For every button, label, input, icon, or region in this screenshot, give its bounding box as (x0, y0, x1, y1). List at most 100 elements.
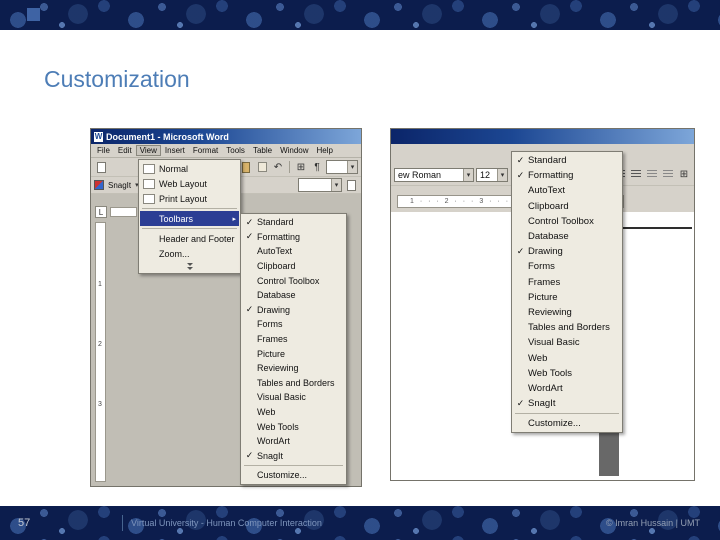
view-menu-item-toolbars[interactable]: Toolbars ▸ (140, 211, 239, 226)
toolbars-submenu-item-frames[interactable]: Frames (513, 275, 621, 290)
font-name-dropdown-arrow[interactable]: ▾ (463, 168, 473, 181)
view-menu-item-print-layout[interactable]: Print Layout (140, 191, 239, 206)
menu-insert[interactable]: Insert (161, 145, 189, 156)
toolbars-submenu-item-web[interactable]: Web (242, 405, 345, 420)
font-name-value: ew Roman (398, 169, 442, 180)
drawing-toolbar-icon[interactable] (344, 179, 358, 192)
submenu-item-label: Control Toolbox (528, 215, 594, 227)
word-app-icon: W (94, 131, 103, 142)
submenu-item-label: Web Tools (257, 421, 299, 432)
toolbars-submenu-item-frames[interactable]: Frames (242, 332, 345, 347)
check-icon: ✓ (245, 450, 254, 461)
outside-border-icon[interactable]: ⊞ (677, 168, 691, 181)
toolbars-submenu-item-picture[interactable]: Picture (513, 290, 621, 305)
toolbars-submenu-item-clipboard[interactable]: Clipboard (513, 199, 621, 214)
horizontal-ruler-fragment (110, 207, 137, 217)
toolbars-icon (143, 214, 155, 224)
toolbars-submenu-item-tables-and-borders[interactable]: Tables and Borders (513, 320, 621, 335)
toolbars-submenu-item-picture[interactable]: Picture (242, 346, 345, 361)
menu-table[interactable]: Table (249, 145, 276, 156)
menu-edit[interactable]: Edit (114, 145, 136, 156)
normal-icon (143, 163, 155, 174)
window-titlebar[interactable]: W Document1 - Microsoft Word (91, 129, 361, 144)
toolbars-submenu-item-tables-and-borders[interactable]: Tables and Borders (242, 376, 345, 391)
bullets-icon[interactable] (629, 168, 643, 181)
menu-format[interactable]: Format (189, 145, 222, 156)
toolbars-submenu-item-snagit[interactable]: ✓ SnagIt (513, 396, 621, 411)
toolbars-submenu-item-web-tools[interactable]: Web Tools (242, 419, 345, 434)
toolbars-submenu-item-standard[interactable]: ✓ Standard (513, 153, 621, 168)
submenu-item-label: Customize... (257, 470, 308, 481)
show-paragraph-marks-icon[interactable]: ¶ (310, 161, 324, 174)
decrease-indent-icon[interactable] (645, 168, 659, 181)
submenu-item-label: Reviewing (257, 363, 299, 374)
style-dropdown-arrow[interactable]: ▾ (331, 179, 341, 191)
font-name-combo[interactable]: ew Roman ▾ (394, 167, 474, 182)
toolbars-submenu-item-reviewing[interactable]: Reviewing (513, 305, 621, 320)
menu-tools[interactable]: Tools (222, 145, 249, 156)
format-painter-icon[interactable] (255, 161, 269, 174)
window-titlebar[interactable] (391, 129, 694, 144)
zoom-combo[interactable]: ▾ (326, 160, 358, 174)
toolbars-submenu-item-formatting[interactable]: ✓ Formatting (242, 230, 345, 245)
menu-help[interactable]: Help (313, 145, 337, 156)
font-size-dropdown-arrow[interactable]: ▾ (497, 168, 507, 181)
submenu-item-label: Forms (257, 319, 283, 330)
font-size-combo[interactable]: 12 ▾ (476, 167, 508, 182)
snagit-icon (94, 180, 104, 190)
submenu-item-label: Web (257, 407, 276, 418)
new-document-icon[interactable] (94, 161, 108, 174)
toolbars-submenu-item-reviewing[interactable]: Reviewing (242, 361, 345, 376)
toolbars-submenu-item-autotext[interactable]: AutoText (242, 244, 345, 259)
footer-credit-text: © Imran Hussain | UMT (606, 518, 700, 528)
toolbars-submenu-item-control-toolbox[interactable]: Control Toolbox (242, 273, 345, 288)
toolbars-submenu-item-customize[interactable]: Customize... (513, 416, 621, 431)
increase-indent-icon[interactable] (661, 168, 675, 181)
toolbars-submenu-item-database[interactable]: Database (242, 288, 345, 303)
toolbars-submenu-item-web[interactable]: Web (513, 350, 621, 365)
view-menu-item-web-layout[interactable]: Web Layout (140, 176, 239, 191)
undo-icon[interactable]: ↶ (271, 161, 285, 174)
toolbars-submenu-item-autotext[interactable]: AutoText (513, 183, 621, 198)
check-icon: ✓ (516, 246, 525, 257)
paste-icon[interactable] (239, 161, 253, 174)
toolbars-submenu-item-database[interactable]: Database (513, 229, 621, 244)
menu-view[interactable]: View (135, 145, 161, 156)
toolbars-submenu-item-customize[interactable]: Customize... (242, 468, 345, 483)
menu-expand-chevron-icon[interactable] (140, 261, 239, 272)
toolbars-submenu-item-forms[interactable]: Forms (242, 317, 345, 332)
submenu-item-label: AutoText (257, 246, 293, 257)
menu-separator (515, 413, 619, 415)
toolbars-submenu-item-web-tools[interactable]: Web Tools (513, 366, 621, 381)
tab-stop-selector[interactable]: L (95, 206, 107, 218)
menu-file[interactable]: File (93, 145, 114, 156)
submenu-item-label: Picture (528, 291, 558, 303)
view-menu-item-header-and-footer[interactable]: Header and Footer (140, 231, 239, 246)
toolbars-submenu-item-clipboard[interactable]: Clipboard (242, 259, 345, 274)
submenu-item-label: Database (528, 231, 569, 243)
toolbars-submenu-item-snagit[interactable]: ✓ SnagIt (242, 449, 345, 464)
toolbars-submenu: ✓ Standard ✓ Formatting AutoText Clipboard Con… (511, 151, 623, 434)
submenu-arrow-icon: ▸ (232, 215, 236, 223)
toolbars-submenu-item-standard[interactable]: ✓ Standard (242, 215, 345, 230)
footer-divider (122, 515, 123, 531)
insert-table-icon[interactable]: ⊞ (294, 161, 308, 174)
style-combo[interactable]: ▾ (298, 178, 342, 192)
vertical-ruler-number: 1 (98, 281, 102, 288)
view-menu-item-zoom[interactable]: Zoom... (140, 246, 239, 261)
view-menu-item-normal[interactable]: Normal (140, 161, 239, 176)
window-title-text: Document1 - Microsoft Word (106, 131, 229, 142)
toolbars-submenu-item-wordart[interactable]: WordArt (513, 381, 621, 396)
toolbars-submenu-item-forms[interactable]: Forms (513, 259, 621, 274)
toolbars-submenu-item-control-toolbox[interactable]: Control Toolbox (513, 214, 621, 229)
toolbars-submenu-item-drawing[interactable]: ✓ Drawing (242, 303, 345, 318)
zoom-dropdown-arrow[interactable]: ▾ (347, 161, 357, 173)
snagit-button[interactable]: SnagIt (108, 181, 131, 190)
toolbars-submenu-item-drawing[interactable]: ✓ Drawing (513, 244, 621, 259)
toolbars-submenu-item-formatting[interactable]: ✓ Formatting (513, 168, 621, 183)
view-menu-dropdown: Normal Web Layout Print Layout Toolbars ▸ Hea… (138, 159, 241, 274)
menu-window[interactable]: Window (276, 145, 312, 156)
toolbars-submenu-item-wordart[interactable]: WordArt (242, 434, 345, 449)
toolbars-submenu-item-visual-basic[interactable]: Visual Basic (513, 335, 621, 350)
toolbars-submenu-item-visual-basic[interactable]: Visual Basic (242, 390, 345, 405)
